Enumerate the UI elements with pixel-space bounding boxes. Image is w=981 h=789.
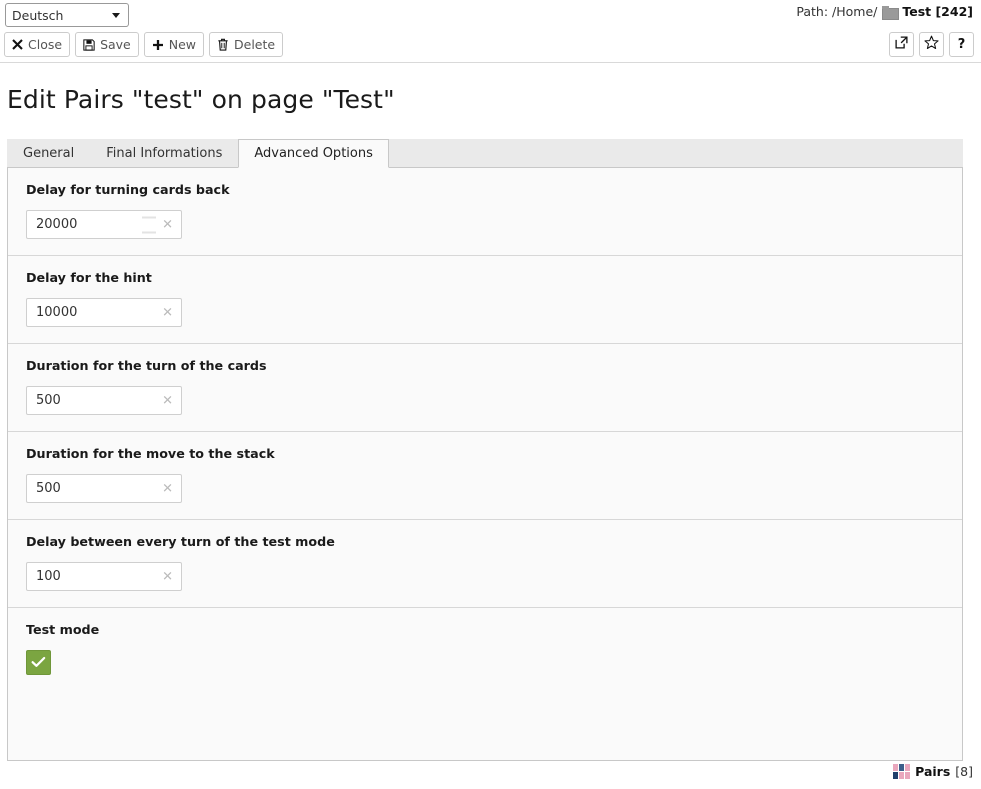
new-button-label: New (168, 37, 197, 52)
save-button-label: Save (100, 37, 131, 52)
duration-turn-of-cards-input[interactable] (26, 386, 182, 415)
tab-general-label: General (23, 145, 75, 161)
tab-advanced-options[interactable]: Advanced Options (238, 139, 389, 168)
language-select-value: Deutsch (12, 7, 64, 23)
field-input-wrapper: ✕ (26, 562, 182, 591)
breadcrumb-label: Path: /Home/ (796, 4, 878, 19)
language-select[interactable]: Deutsch (5, 3, 129, 27)
plus-icon (152, 39, 164, 51)
trash-icon (217, 38, 229, 51)
page-title: Edit Pairs "test" on page "Test" (7, 85, 395, 114)
checkmark-icon (31, 653, 46, 672)
field-row-duration-move-to-stack: Duration for the move to the stack ✕ (8, 432, 962, 520)
pairs-cards-icon (893, 764, 911, 779)
tab-general[interactable]: General (7, 138, 90, 167)
delay-turning-cards-back-input[interactable] (26, 210, 182, 239)
question-mark-icon: ? (957, 37, 966, 52)
top-bar: Deutsch Path: /Home/ Test [242] Close Sa… (0, 0, 981, 63)
field-row-delay-between-turns-test-mode: Delay between every turn of the test mod… (8, 520, 962, 608)
clear-x-icon[interactable]: ✕ (162, 218, 173, 231)
field-input-wrapper: ✕ (26, 474, 182, 503)
save-button[interactable]: Save (75, 32, 139, 57)
field-row-test-mode: Test mode (8, 608, 962, 691)
external-link-icon (895, 36, 908, 53)
folder-icon (882, 5, 900, 20)
tab-final-informations[interactable]: Final Informations (90, 138, 238, 167)
field-row-delay-turning-cards-back: Delay for turning cards back ✕ (8, 168, 962, 256)
clear-x-icon[interactable]: ✕ (162, 306, 173, 319)
tab-bar: General Final Informations Advanced Opti… (7, 139, 963, 168)
tab-final-informations-label: Final Informations (106, 145, 223, 161)
star-icon (924, 35, 939, 54)
field-row-delay-for-the-hint: Delay for the hint ✕ (8, 256, 962, 344)
delay-for-the-hint-input[interactable] (26, 298, 182, 327)
favorite-button[interactable] (919, 32, 944, 57)
field-input-wrapper: ✕ (26, 210, 182, 239)
field-input-wrapper: ✕ (26, 298, 182, 327)
clear-x-icon[interactable]: ✕ (162, 482, 173, 495)
advanced-options-panel: Delay for turning cards back ✕ Delay for… (7, 168, 963, 761)
chevron-down-icon (112, 12, 120, 18)
duration-move-to-stack-input[interactable] (26, 474, 182, 503)
status-footer: Pairs [8] (893, 764, 973, 779)
close-button-label: Close (28, 37, 63, 52)
delay-between-turns-test-mode-input[interactable] (26, 562, 182, 591)
open-external-button[interactable] (889, 32, 914, 57)
test-mode-checkbox[interactable] (26, 650, 51, 675)
field-label: Duration for the turn of the cards (26, 358, 267, 373)
breadcrumb-current[interactable]: Test [242] (902, 4, 973, 19)
delete-button[interactable]: Delete (209, 32, 284, 57)
field-label: Delay for turning cards back (26, 182, 230, 197)
clear-x-icon[interactable]: ✕ (162, 570, 173, 583)
field-label: Delay for the hint (26, 270, 152, 285)
field-input-wrapper: ✕ (26, 386, 182, 415)
new-button[interactable]: New (143, 32, 205, 57)
clear-x-icon[interactable]: ✕ (162, 394, 173, 407)
close-x-icon (12, 39, 23, 50)
tab-advanced-options-label: Advanced Options (254, 146, 373, 161)
field-row-duration-turn-of-cards: Duration for the turn of the cards ✕ (8, 344, 962, 432)
delete-button-label: Delete (234, 37, 276, 52)
close-button[interactable]: Close (4, 32, 71, 57)
footer-item-name: Pairs (915, 764, 951, 779)
field-label: Duration for the move to the stack (26, 446, 275, 461)
number-spinner-icon[interactable] (142, 216, 156, 233)
help-button[interactable]: ? (949, 32, 974, 57)
footer-item-count: [8] (955, 764, 973, 779)
test-mode-label: Test mode (26, 622, 100, 637)
breadcrumb: Path: /Home/ Test [242] (796, 4, 973, 20)
field-label: Delay between every turn of the test mod… (26, 534, 335, 549)
floppy-disk-icon (83, 38, 95, 51)
toolbar: Close Save New Delete (4, 32, 284, 57)
top-right-actions: ? (889, 32, 974, 57)
